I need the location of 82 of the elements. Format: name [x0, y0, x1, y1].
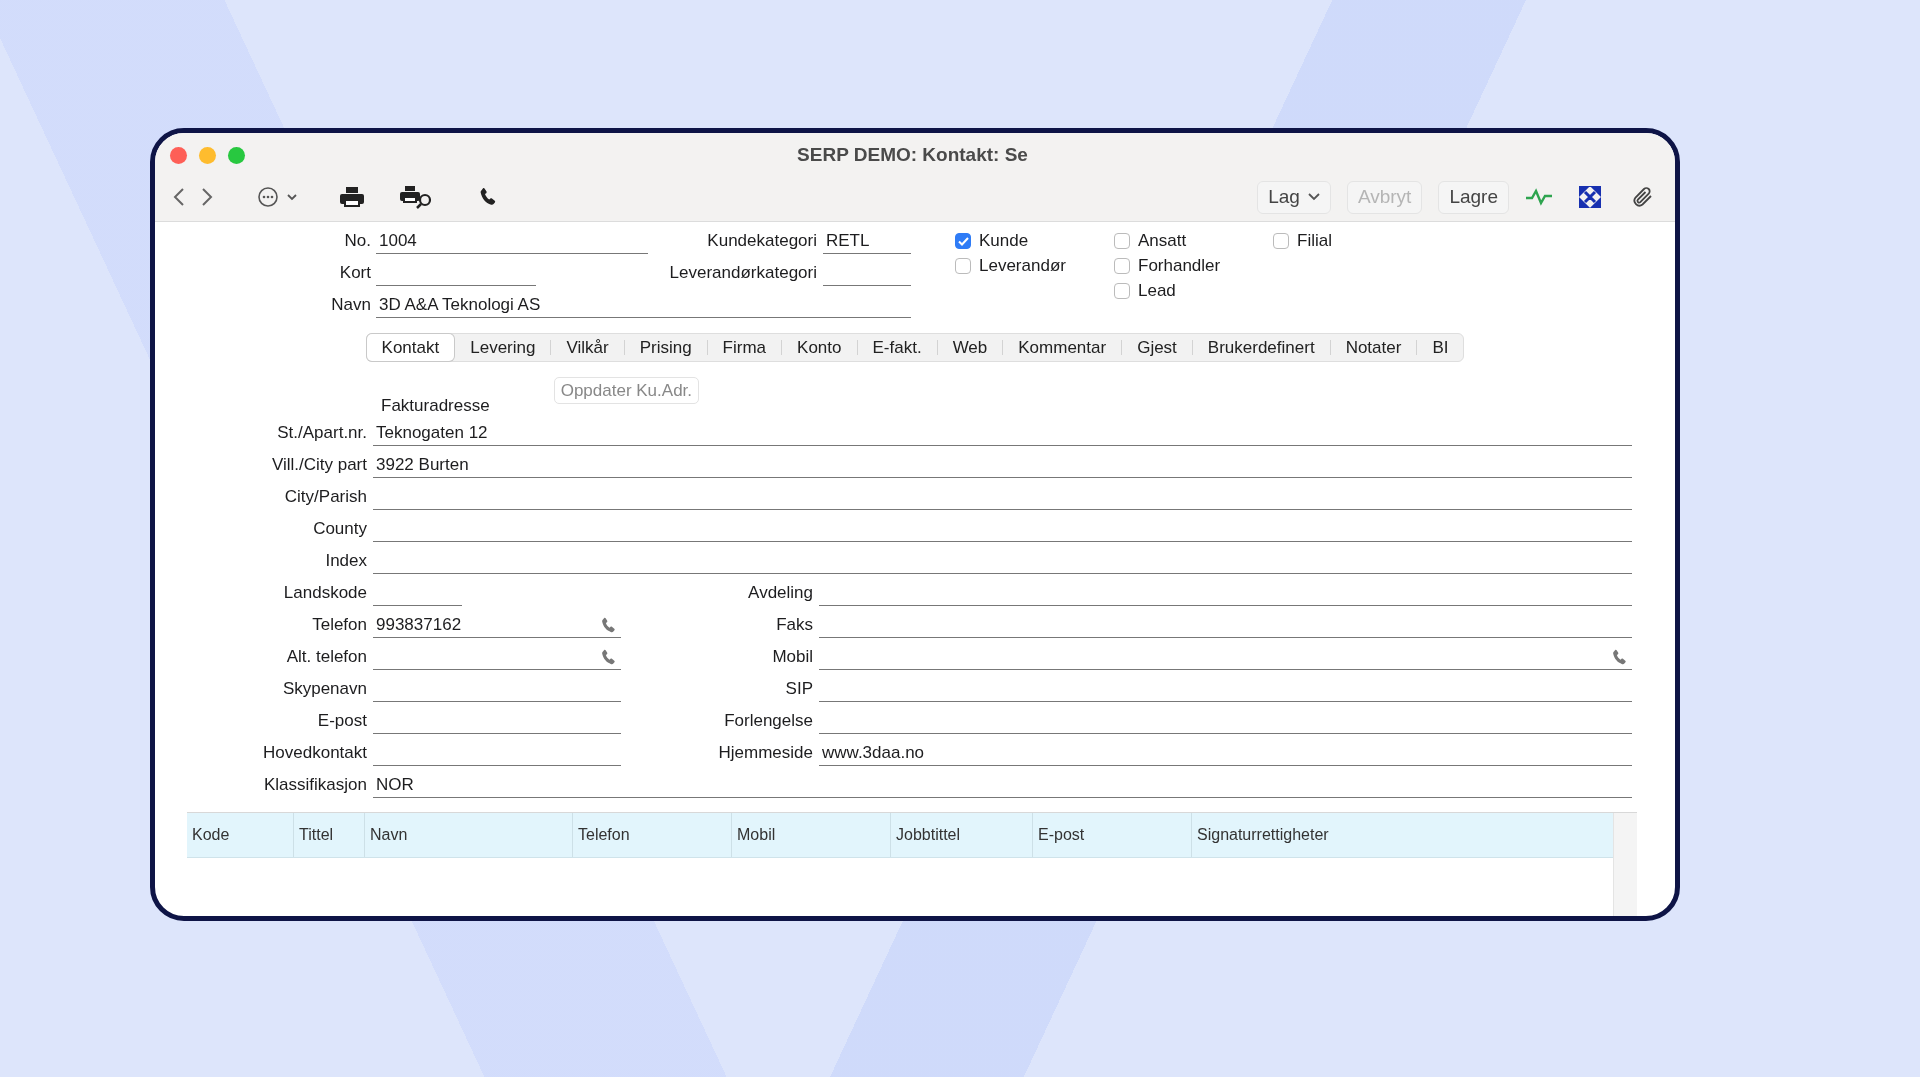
checkbox[interactable]	[1114, 258, 1130, 274]
window-title: SERP DEMO: Kontakt: Se	[797, 144, 1028, 166]
text-field[interactable]: 3D A&A Teknologi AS	[376, 292, 911, 318]
field-label: Hjemmeside	[717, 743, 813, 763]
field-label: Faks	[775, 615, 813, 635]
tab[interactable]: Brukerdefinert	[1192, 334, 1330, 361]
column-header[interactable]: Mobil	[731, 813, 890, 857]
tab[interactable]: Gjest	[1122, 334, 1192, 361]
tab[interactable]: Web	[937, 334, 1003, 361]
checkbox[interactable]	[1273, 233, 1289, 249]
section-title: Fakturadresse	[381, 396, 490, 416]
scrollbar[interactable]	[1613, 813, 1637, 916]
tab[interactable]: E-fakt.	[857, 334, 937, 361]
close-button[interactable]	[170, 146, 187, 164]
checkbox-label: Leverandør	[979, 256, 1066, 276]
checkbox[interactable]	[1114, 233, 1130, 249]
phone-icon[interactable]	[1610, 648, 1629, 667]
tab[interactable]: Notater	[1330, 334, 1417, 361]
print-preview-icon[interactable]	[399, 185, 433, 209]
paperclip-icon[interactable]	[1631, 185, 1655, 209]
field-label: Alt. telefon	[285, 647, 367, 667]
field-label: SIP	[784, 679, 813, 699]
forward-button[interactable]	[201, 187, 213, 207]
tab[interactable]: Kontakt	[366, 334, 455, 361]
field-label: Kundekategori	[706, 231, 817, 251]
more-menu-button[interactable]	[257, 186, 299, 208]
tab[interactable]: Levering	[455, 334, 551, 361]
checkbox-label: Filial	[1297, 231, 1332, 251]
field-label: Navn	[330, 295, 371, 315]
activity-icon[interactable]	[1525, 187, 1553, 207]
update-address-button[interactable]: Oppdater Ku.Adr.	[553, 377, 700, 404]
column-header[interactable]: Jobbtittel	[890, 813, 1032, 857]
tab[interactable]: Firma	[707, 334, 782, 361]
field-label: No.	[343, 231, 371, 251]
field-label: Mobil	[771, 647, 813, 667]
column-header[interactable]: E-post	[1032, 813, 1191, 857]
field-label: St./Apart.nr.	[276, 423, 367, 443]
text-field[interactable]: RETL	[823, 228, 911, 254]
text-field[interactable]: www.3daa.no	[819, 740, 1632, 766]
tab[interactable]: Prising	[624, 334, 707, 361]
field-label: Klassifikasjon	[263, 775, 367, 795]
column-header[interactable]: Tittel	[293, 813, 364, 857]
checkbox[interactable]	[955, 258, 971, 274]
field-label: E-post	[316, 711, 367, 731]
checkbox-label: Ansatt	[1138, 231, 1187, 251]
chevron-icon	[1307, 193, 1320, 201]
toolbar-button[interactable]: Lagre	[1438, 180, 1509, 214]
tab[interactable]: Vilkår	[551, 334, 624, 361]
phone-icon[interactable]	[599, 616, 618, 635]
column-header[interactable]: Navn	[364, 813, 572, 857]
back-button[interactable]	[173, 187, 185, 207]
text-field[interactable]: 3922 Burten	[373, 452, 1632, 478]
field-label: Landskode	[282, 583, 367, 603]
toolbar-button[interactable]: Lag	[1257, 180, 1331, 214]
field-label: Hovedkontakt	[262, 743, 367, 763]
printer-icon[interactable]	[339, 186, 365, 208]
phone-icon[interactable]	[599, 648, 618, 667]
field-label: Kort	[338, 263, 371, 283]
tab[interactable]: Kommentar	[1003, 334, 1122, 361]
text-field[interactable]: Teknogaten 12	[373, 420, 1632, 446]
checkbox-label: Kunde	[979, 231, 1029, 251]
checkbox-label: Lead	[1138, 281, 1176, 301]
field-label: Forlengelse	[723, 711, 813, 731]
field-label: County	[312, 519, 367, 539]
text-field[interactable]: 993837162	[373, 612, 621, 638]
checkbox-label: Forhandler	[1138, 256, 1221, 276]
field-label: Skypenavn	[281, 679, 367, 699]
text-field[interactable]: NOR	[373, 772, 1632, 798]
text-field[interactable]: 1004	[376, 228, 648, 254]
field-label: Avdeling	[747, 583, 813, 603]
field-label: Vill./City part	[270, 455, 367, 475]
tab[interactable]: Konto	[782, 334, 857, 361]
checkbox[interactable]	[955, 233, 971, 249]
field-label: Index	[324, 551, 367, 571]
column-header[interactable]: Kode	[187, 813, 293, 857]
tab[interactable]: BI	[1417, 334, 1464, 361]
column-header[interactable]: Telefon	[572, 813, 731, 857]
fullscreen-icon[interactable]	[1579, 186, 1601, 208]
checkbox[interactable]	[1114, 283, 1130, 299]
field-label: Telefon	[311, 615, 367, 635]
field-label: Leverandørkategori	[668, 263, 817, 283]
field-label: City/Parish	[283, 487, 367, 507]
